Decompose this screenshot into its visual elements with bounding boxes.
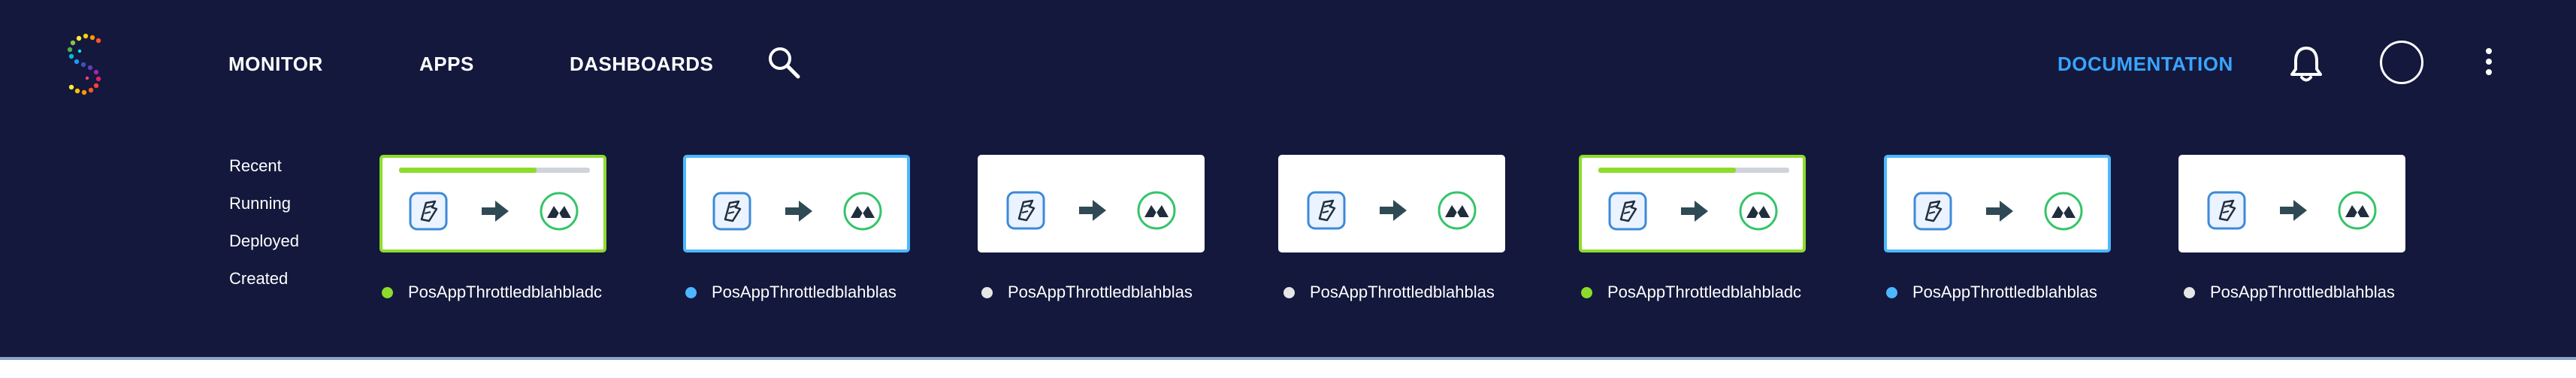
app-name-label[interactable]: PosAppThrottledblahbladc xyxy=(1581,281,1801,304)
app-card[interactable] xyxy=(978,155,1205,253)
app-header: MONITOR APPS DASHBOARDS DOCUMENTATION Re… xyxy=(0,0,2576,357)
source-adapter-icon xyxy=(1006,191,1045,230)
status-dot-icon xyxy=(2184,286,2195,298)
app-name: PosAppThrottledblahbladc xyxy=(408,283,603,301)
source-adapter-icon xyxy=(2207,191,2246,230)
more-menu-icon[interactable] xyxy=(2480,48,2498,84)
app-name-label[interactable]: PosAppThrottledblahblas xyxy=(2184,281,2395,304)
app-filter-list: Recent Running Deployed Created xyxy=(229,155,299,305)
app-flow xyxy=(980,157,1202,250)
status-dot-icon xyxy=(1581,286,1592,298)
documentation-link[interactable]: DOCUMENTATION xyxy=(2057,53,2233,76)
target-adapter-icon xyxy=(843,192,882,231)
user-avatar[interactable] xyxy=(2380,41,2423,84)
nav-apps[interactable]: APPS xyxy=(419,53,474,76)
target-adapter-icon xyxy=(2338,191,2377,230)
status-dot-icon xyxy=(981,286,993,298)
status-dot-icon xyxy=(382,286,393,298)
arrow-right-icon xyxy=(1681,201,1708,222)
app-card[interactable] xyxy=(1278,155,1505,253)
app-card[interactable] xyxy=(1884,155,2111,253)
app-name: PosAppThrottledblahblas xyxy=(1008,283,1193,301)
filter-recent[interactable]: Recent xyxy=(229,155,299,192)
target-adapter-icon xyxy=(1438,191,1477,230)
arrow-right-icon xyxy=(2280,200,2307,221)
source-adapter-icon xyxy=(1608,192,1647,231)
source-adapter-icon xyxy=(1913,192,1952,231)
app-card[interactable] xyxy=(683,155,910,253)
target-adapter-icon xyxy=(2044,192,2083,231)
arrow-right-icon xyxy=(1380,200,1407,221)
source-adapter-icon xyxy=(712,192,751,231)
search-icon[interactable] xyxy=(766,45,801,80)
app-card[interactable] xyxy=(2178,155,2405,253)
app-name: PosAppThrottledblahblas xyxy=(2210,283,2395,301)
app-flow xyxy=(686,158,907,249)
filter-deployed[interactable]: Deployed xyxy=(229,230,299,268)
nav-monitor[interactable]: MONITOR xyxy=(228,53,323,76)
filter-running[interactable]: Running xyxy=(229,192,299,230)
status-dot-icon xyxy=(1886,286,1897,298)
app-name: PosAppThrottledblahblas xyxy=(1310,283,1495,301)
arrow-right-icon xyxy=(1986,201,2013,222)
striim-logo-icon[interactable] xyxy=(63,33,105,96)
app-name-label[interactable]: PosAppThrottledblahblas xyxy=(685,281,896,304)
target-adapter-icon xyxy=(1137,191,1176,230)
app-name-label[interactable]: PosAppThrottledblahblas xyxy=(1886,281,2097,304)
app-flow xyxy=(382,158,603,249)
filter-created[interactable]: Created xyxy=(229,268,299,305)
status-dot-icon xyxy=(1283,286,1295,298)
source-adapter-icon xyxy=(1307,191,1346,230)
arrow-right-icon xyxy=(1079,200,1106,221)
bell-icon[interactable] xyxy=(2289,45,2324,84)
app-flow xyxy=(1280,157,1503,250)
app-flow xyxy=(1582,158,1803,249)
target-adapter-icon xyxy=(1739,192,1778,231)
app-card[interactable] xyxy=(379,155,606,253)
header-divider xyxy=(0,357,2576,360)
nav-dashboards[interactable]: DASHBOARDS xyxy=(570,53,713,76)
app-name: PosAppThrottledblahblas xyxy=(1912,283,2097,301)
app-name: PosAppThrottledblahbladc xyxy=(1607,283,1802,301)
source-adapter-icon xyxy=(409,192,448,231)
target-adapter-icon xyxy=(540,192,579,231)
app-card[interactable] xyxy=(1579,155,1806,253)
app-name-label[interactable]: PosAppThrottledblahbladc xyxy=(382,281,602,304)
app-flow xyxy=(2181,157,2403,250)
app-flow xyxy=(1887,158,2108,249)
app-name: PosAppThrottledblahblas xyxy=(712,283,896,301)
arrow-right-icon xyxy=(482,201,509,222)
arrow-right-icon xyxy=(785,201,812,222)
app-name-label[interactable]: PosAppThrottledblahblas xyxy=(981,281,1193,304)
status-dot-icon xyxy=(685,286,697,298)
app-name-label[interactable]: PosAppThrottledblahblas xyxy=(1283,281,1495,304)
